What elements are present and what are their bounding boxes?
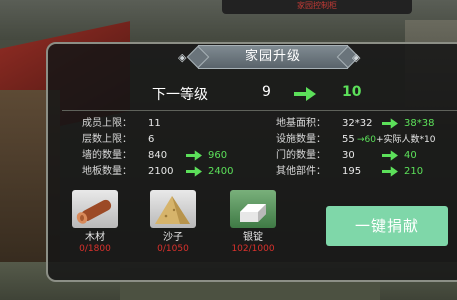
stat-door-count: 门的数量： 30 40: [276, 149, 417, 163]
dialog-title: 家园升级: [244, 49, 301, 64]
arrow-right-icon: [382, 150, 400, 162]
stat-wall-count: 墙的数量： 840 960: [82, 149, 227, 163]
stat-next-value: 960: [208, 150, 228, 161]
material-tile: [150, 190, 196, 228]
stat-floor-limit: 层数上限： 6: [82, 133, 154, 147]
stat-value: 2100: [148, 166, 174, 177]
stat-next-value: 38*38: [404, 118, 435, 129]
divider: [62, 110, 457, 111]
material-name: 沙子: [163, 232, 183, 243]
stat-extra: +实际人数*10: [376, 135, 436, 145]
next-level-label: 下一等级: [152, 87, 208, 103]
material-count: 102/1000: [231, 244, 275, 254]
stat-value: 840: [148, 150, 168, 161]
stat-key: 墙的数量：: [82, 150, 132, 161]
sand-pile-icon: [155, 196, 190, 224]
title-ornament-right-icon: ◈: [352, 51, 361, 64]
material-count: 0/1050: [157, 244, 189, 254]
stat-key: 地板数量：: [82, 166, 132, 177]
material-tile: [72, 190, 118, 228]
material-sand: 沙子 0/1050: [146, 190, 200, 255]
stat-floor-count: 地板数量： 2100 2400: [82, 165, 233, 179]
stat-key: 其他部件：: [276, 166, 326, 177]
arrow-right-icon: [294, 87, 316, 101]
stat-key: 设施数量：: [276, 134, 326, 145]
arrow-right-icon: [186, 150, 204, 162]
stat-value: 55: [342, 134, 355, 145]
stat-foundation-area: 地基面积： 32*32 38*38: [276, 117, 434, 131]
arrow-right-icon: [186, 166, 204, 178]
material-tile: [230, 190, 276, 228]
current-level: 9: [262, 84, 271, 100]
silver-ingot-icon: [240, 204, 266, 222]
stat-next-value: →60+实际人数*10: [357, 135, 436, 145]
title-ornament-left-icon: ◈: [178, 51, 187, 64]
stat-facility-count: 设施数量： 55 →60+实际人数*10: [276, 133, 436, 147]
stat-next-value: 2400: [208, 166, 234, 177]
top-banner: 家园控制柜: [222, 0, 412, 14]
stat-key: 成员上限：: [82, 118, 132, 129]
material-silver-ingot: 银锭 102/1000: [226, 190, 280, 255]
stat-member-limit: 成员上限： 11: [82, 117, 161, 131]
material-count: 0/1800: [79, 244, 111, 254]
arrow-right-icon: [382, 118, 400, 130]
stat-next-value: 40: [404, 150, 417, 161]
stat-value: 32*32: [342, 118, 373, 129]
material-name: 木材: [85, 232, 105, 243]
stat-other-parts: 其他部件： 195 210: [276, 165, 423, 179]
stat-value: 11: [148, 118, 161, 129]
arrow-right-icon: [382, 166, 400, 178]
material-name: 银锭: [243, 232, 263, 243]
stat-key: 层数上限：: [82, 134, 132, 145]
stat-value: 6: [148, 134, 155, 145]
top-banner-text: 家园控制柜: [297, 1, 337, 10]
one-click-donate-button[interactable]: 一键捐献: [326, 206, 448, 246]
stat-key: 地基面积：: [276, 118, 326, 129]
stat-value: 30: [342, 150, 355, 161]
stat-value: 195: [342, 166, 362, 177]
next-level: 10: [342, 84, 362, 100]
stat-key: 门的数量：: [276, 150, 326, 161]
stat-next-number: 60: [364, 135, 376, 145]
title-plate: 家园升级: [198, 45, 348, 69]
stat-next-value: 210: [404, 166, 424, 177]
wood-log-icon: [76, 199, 112, 224]
material-wood: 木材 0/1800: [68, 190, 122, 255]
